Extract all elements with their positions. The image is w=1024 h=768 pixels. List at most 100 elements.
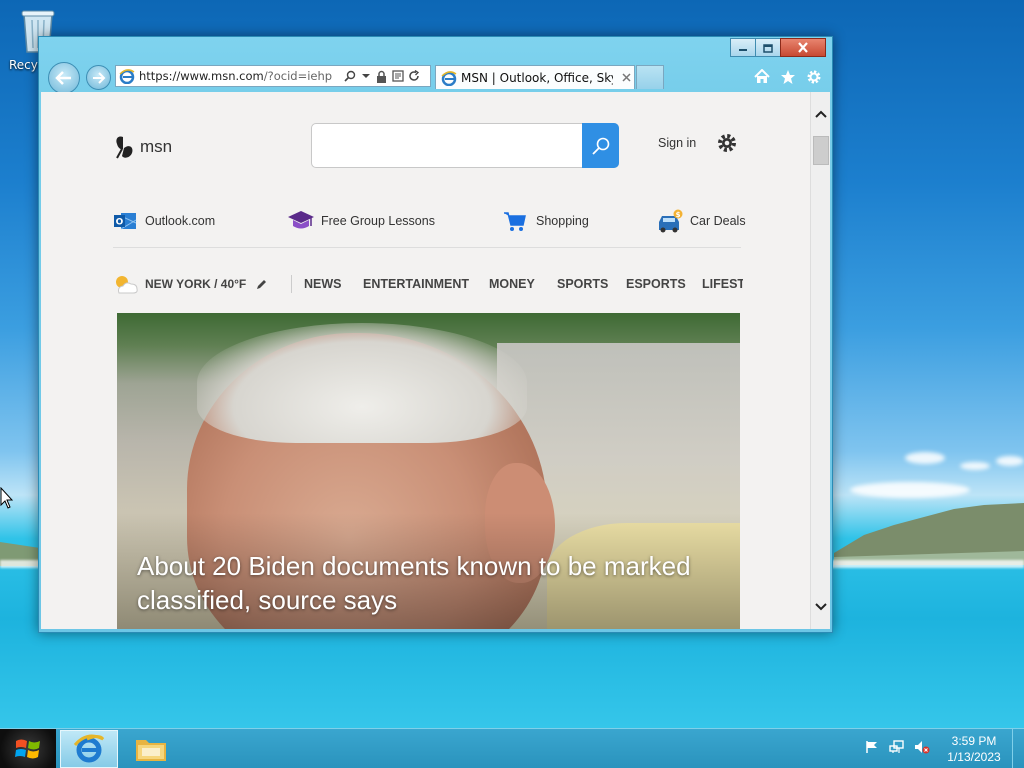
vertical-scrollbar[interactable]	[810, 92, 830, 629]
svg-text:O: O	[116, 218, 124, 228]
settings-gear-icon[interactable]	[716, 132, 738, 154]
address-bar[interactable]: https://www.msn.com/?ocid=iehp	[115, 65, 431, 87]
taskbar: 3:59 PM 1/13/2023	[0, 728, 1024, 768]
action-center-button[interactable]	[864, 739, 880, 755]
tab-msn[interactable]: MSN | Outlook, Office, Skype, Bing, Brea…	[435, 65, 635, 89]
show-desktop-button[interactable]	[1012, 729, 1024, 768]
nav-money[interactable]: MONEY	[489, 277, 535, 291]
quick-link-car-deals[interactable]: $ Car Deals	[656, 208, 746, 234]
address-path: /?ocid=iehp	[263, 69, 333, 83]
restore-button[interactable]	[755, 38, 781, 57]
forward-button[interactable]	[86, 65, 111, 90]
nav-esports[interactable]: ESPORTS	[626, 277, 686, 291]
quick-link-label: Free Group Lessons	[321, 214, 435, 228]
scroll-thumb[interactable]	[813, 136, 829, 165]
home-icon	[753, 69, 770, 83]
divider	[113, 247, 741, 248]
quick-link-outlook[interactable]: O Outlook.com	[113, 208, 215, 234]
outlook-icon: O	[114, 213, 137, 230]
weather-text: NEW YORK / 40°F	[145, 277, 247, 291]
msn-butterfly-icon	[116, 136, 133, 159]
shopping-cart-icon	[504, 212, 526, 231]
quick-link-shopping[interactable]: Shopping	[503, 208, 589, 234]
quick-link-group-lessons[interactable]: Free Group Lessons	[287, 208, 435, 234]
tab-title: MSN | Outlook, Office, Skype, Bing, Brea…	[461, 70, 613, 85]
folder-icon	[136, 740, 166, 761]
security-lock-button[interactable]	[375, 69, 388, 83]
refresh-icon	[408, 70, 419, 81]
mountains	[834, 503, 1024, 565]
close-button[interactable]	[780, 38, 826, 57]
graduation-cap-icon	[288, 211, 314, 229]
new-tab-button[interactable]	[636, 65, 664, 89]
nav-lifestyle[interactable]: LIFESTYLE	[702, 277, 743, 291]
ie-favicon-icon	[441, 70, 457, 86]
favorites-button[interactable]	[779, 68, 796, 85]
taskbar-ie-button[interactable]	[60, 730, 118, 768]
compatibility-view-icon	[391, 70, 404, 82]
mouse-cursor-icon	[0, 487, 14, 509]
restore-icon	[763, 43, 773, 53]
minimize-icon	[739, 48, 747, 51]
clock[interactable]: 3:59 PM 1/13/2023	[944, 733, 1004, 765]
close-icon	[621, 73, 631, 82]
separator	[291, 275, 292, 293]
minimize-button[interactable]	[730, 38, 756, 57]
volume-button[interactable]	[914, 739, 930, 755]
ie-favicon-icon	[119, 69, 135, 84]
page-content: msn Sign in O Outlook.com Free Group Les…	[41, 92, 810, 629]
search-icon	[343, 70, 355, 82]
chevron-down-icon	[815, 603, 827, 611]
internet-explorer-icon	[73, 734, 105, 763]
lock-icon	[377, 70, 386, 83]
caret-down-icon	[361, 74, 370, 78]
quick-link-label: Outlook.com	[145, 214, 216, 228]
compatibility-view-button[interactable]	[391, 69, 404, 83]
refresh-button[interactable]	[407, 69, 420, 83]
cloud	[996, 456, 1024, 466]
scroll-down-button[interactable]	[813, 599, 829, 615]
nav-entertainment[interactable]: ENTERTAINMENT	[363, 277, 469, 291]
arrow-left-icon	[55, 71, 71, 85]
car-icon: $	[659, 209, 683, 233]
hero-headline[interactable]: About 20 Biden documents known to be mar…	[137, 549, 697, 617]
taskbar-file-explorer-button[interactable]	[124, 731, 178, 767]
quick-link-label: Car Deals	[690, 214, 746, 228]
partly-cloudy-icon	[116, 276, 138, 294]
address-dropdown-button[interactable]	[359, 69, 372, 83]
svg-text:$: $	[676, 211, 681, 219]
search-dropdown-button[interactable]	[343, 69, 356, 83]
sign-in-link[interactable]: Sign in	[658, 136, 696, 150]
search-button[interactable]	[582, 123, 619, 168]
hero-image	[197, 323, 527, 443]
start-button[interactable]	[0, 729, 56, 768]
nav-sports[interactable]: SPORTS	[557, 277, 608, 291]
system-tray	[864, 739, 930, 755]
tools-button[interactable]	[805, 68, 822, 85]
network-icon	[889, 740, 904, 753]
hero-story[interactable]: About 20 Biden documents known to be mar…	[117, 313, 740, 629]
search-icon	[591, 137, 609, 155]
close-icon	[798, 42, 808, 53]
nav-news[interactable]: NEWS	[304, 277, 342, 291]
back-button[interactable]	[48, 62, 80, 94]
msn-logo-text: msn	[140, 137, 173, 156]
network-button[interactable]	[889, 739, 905, 755]
search-input[interactable]	[311, 123, 619, 168]
browser-window: https://www.msn.com/?ocid=iehp MSN | Out…	[38, 36, 833, 633]
caption-buttons	[730, 38, 826, 57]
edit-pencil-icon[interactable]	[255, 278, 268, 291]
flag-icon	[866, 741, 877, 753]
clock-time: 3:59 PM	[951, 734, 997, 748]
address-url[interactable]: https://www.msn.com/?ocid=iehp	[139, 69, 335, 83]
gear-icon	[807, 70, 820, 83]
category-nav: NEW YORK / 40°F NEWS ENTERTAINMENT MONEY…	[113, 272, 743, 296]
tab-close-button[interactable]	[619, 71, 633, 85]
star-icon	[780, 69, 795, 84]
home-button[interactable]	[753, 68, 770, 85]
arrow-right-icon	[92, 71, 105, 84]
msn-logo[interactable]: msn	[113, 134, 172, 160]
weather-widget[interactable]: NEW YORK / 40°F	[113, 272, 268, 296]
chevron-up-icon	[815, 110, 827, 118]
scroll-up-button[interactable]	[813, 106, 829, 122]
